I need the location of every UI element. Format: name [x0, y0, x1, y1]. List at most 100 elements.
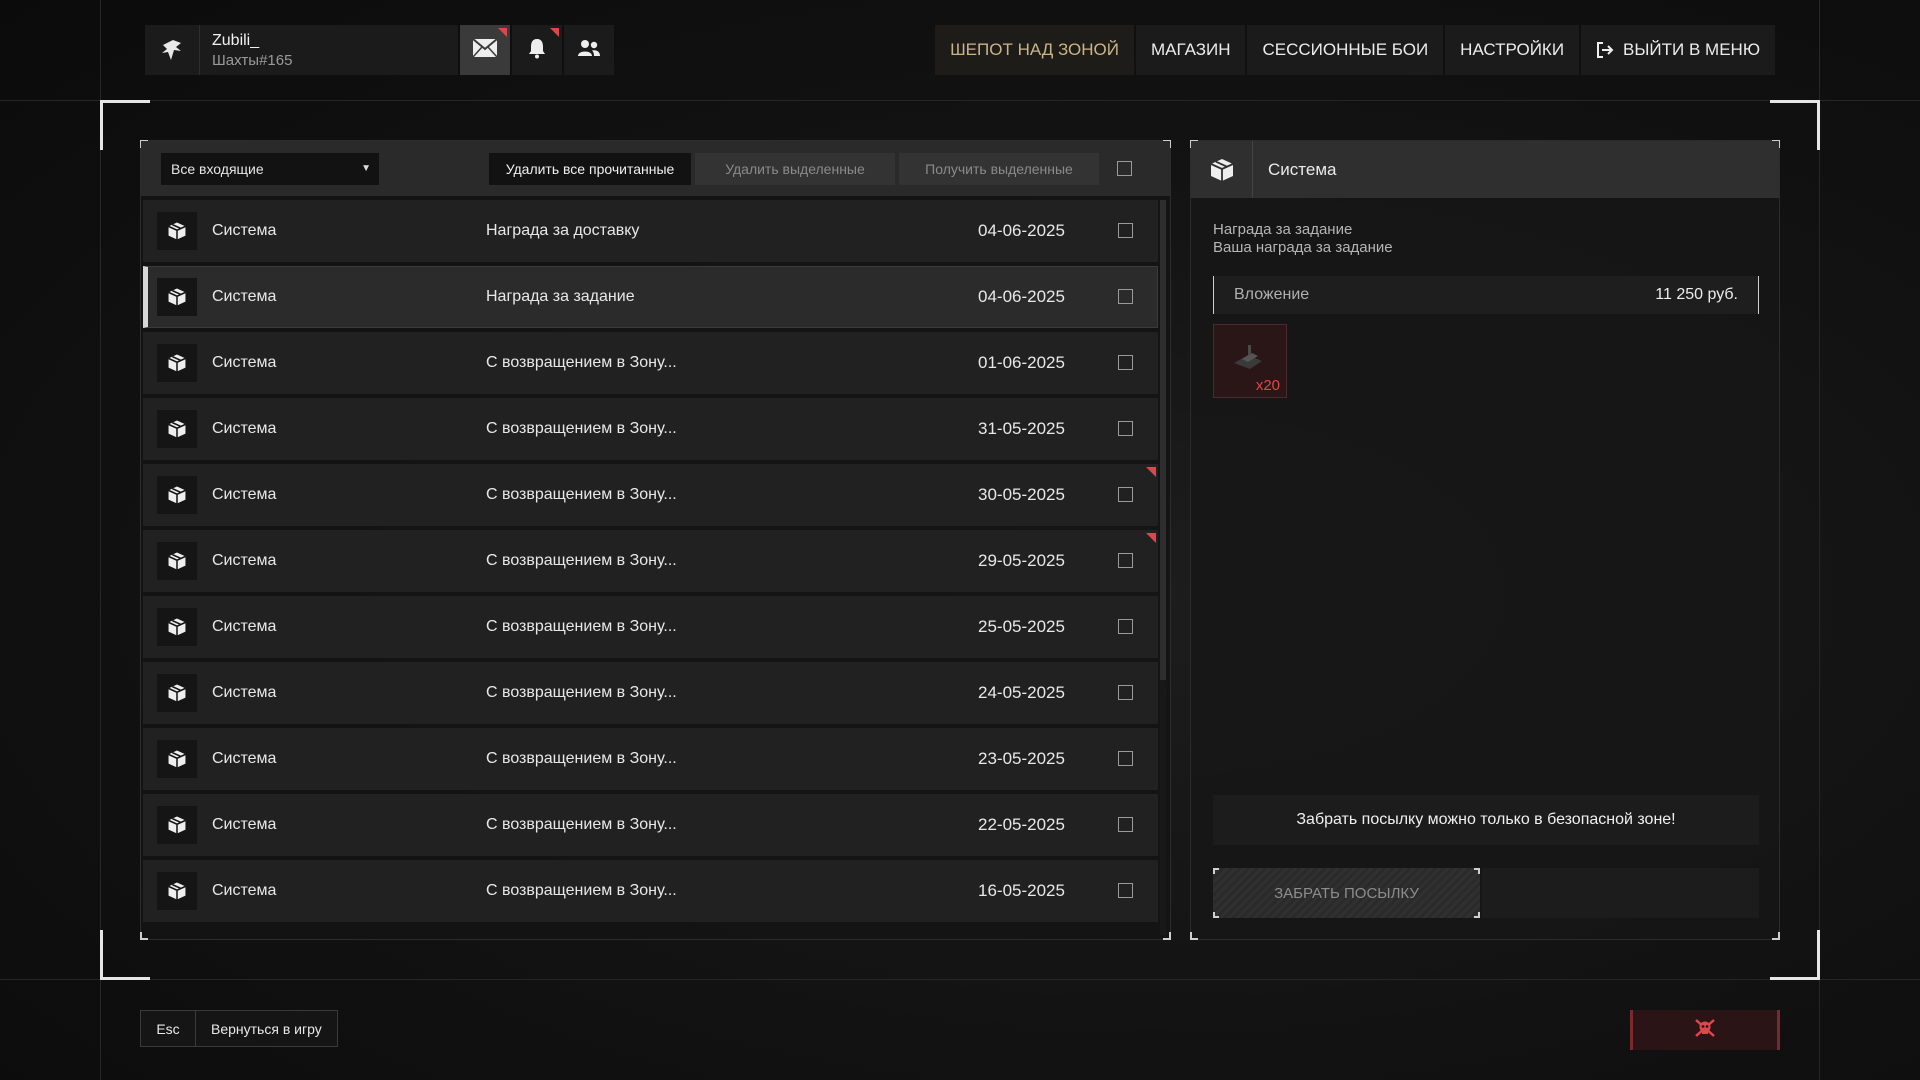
package-icon: [157, 872, 197, 910]
mail-row[interactable]: Система С возвращением в Зону... 24-05-202…: [143, 662, 1158, 724]
bell-icon: [527, 37, 547, 64]
mail-sender: Система: [212, 222, 277, 239]
mail-subject: Награда за доставку: [486, 222, 640, 239]
take-package-label: ЗАБРАТЬ ПОСЫЛКУ: [1274, 884, 1419, 902]
mail-subject: С возвращением в Зону...: [486, 684, 677, 701]
mail-row-checkbox[interactable]: [1118, 751, 1133, 766]
mail-row[interactable]: Система С возвращением в Зону... 29-05-202…: [143, 530, 1158, 592]
detail-body: Ваша награда за задание: [1213, 239, 1393, 256]
mail-date: 24-05-2025: [978, 683, 1065, 702]
mail-sender: Система: [212, 486, 277, 503]
package-icon: [157, 278, 197, 316]
mail-date: 25-05-2025: [978, 617, 1065, 636]
panel-corner: [1772, 932, 1780, 940]
nav-whisper-over-zone[interactable]: ШЕПОТ НАД ЗОНОЙ: [935, 25, 1134, 75]
mail-subject: С возвращением в Зону...: [486, 420, 677, 437]
select-all-checkbox[interactable]: [1117, 161, 1132, 176]
mail-row-checkbox[interactable]: [1118, 883, 1133, 898]
mail-sender: Система: [212, 354, 277, 371]
attachment-row: Вложение 11 250 руб.: [1213, 276, 1759, 314]
package-icon: [157, 740, 197, 778]
mail-filter-select[interactable]: Все входящие ▼: [161, 153, 379, 185]
mail-row-checkbox[interactable]: [1118, 553, 1133, 568]
mail-row[interactable]: Система С возвращением в Зону... 23-05-202…: [143, 728, 1158, 790]
nav-shop[interactable]: МАГАЗИН: [1136, 25, 1246, 75]
user-tag: Шахты#165: [212, 51, 293, 69]
mail-row[interactable]: Система С возвращением в Зону... 16-05-202…: [143, 860, 1158, 922]
frame-line-top: [0, 100, 1920, 101]
mail-button[interactable]: [460, 25, 510, 75]
delete-selected-button[interactable]: Удалить выделенные: [695, 153, 895, 185]
faction-logo-icon: [145, 25, 200, 75]
mail-row[interactable]: Система С возвращением в Зону... 01-06-202…: [143, 332, 1158, 394]
package-item-icon: [1228, 341, 1268, 380]
mail-filter-value: Все входящие: [171, 161, 264, 177]
esc-key: Esc: [141, 1011, 196, 1046]
mail-row-checkbox[interactable]: [1118, 289, 1133, 304]
friends-button[interactable]: [564, 25, 614, 75]
mail-row-checkbox[interactable]: [1118, 355, 1133, 370]
notifications-button[interactable]: [512, 25, 562, 75]
notification-badge: [498, 28, 507, 37]
mail-row-checkbox[interactable]: [1118, 817, 1133, 832]
button-corner: [1474, 868, 1480, 874]
scrollbar-thumb[interactable]: [1160, 200, 1166, 680]
mail-sender: Система: [212, 552, 277, 569]
take-package-button[interactable]: ЗАБРАТЬ ПОСЫЛКУ: [1213, 868, 1480, 918]
package-icon: [157, 542, 197, 580]
mail-row-checkbox[interactable]: [1118, 685, 1133, 700]
mail-toolbar: Все входящие ▼ Удалить все прочитанные У…: [141, 141, 1170, 196]
mail-subject: С возвращением в Зону...: [486, 618, 677, 635]
unread-flag: [1146, 467, 1156, 477]
skull-button[interactable]: [1630, 1010, 1780, 1050]
mail-icon: [472, 37, 498, 63]
receive-selected-button[interactable]: Получить выделенные: [899, 153, 1099, 185]
attachment-item-slot[interactable]: x20: [1213, 324, 1287, 398]
username: Zubili_: [212, 31, 260, 49]
attachment-label: Вложение: [1234, 286, 1310, 303]
mail-date: 04-06-2025: [978, 221, 1065, 240]
mail-date: 29-05-2025: [978, 551, 1065, 570]
mail-list-scrollbar[interactable]: [1160, 200, 1166, 935]
mail-row[interactable]: Система С возвращением в Зону... 31-05-202…: [143, 398, 1158, 460]
mail-sender: Система: [212, 882, 277, 899]
caret-down-icon: ▼: [361, 163, 371, 174]
button-corner: [1474, 912, 1480, 918]
safe-zone-warning: Забрать посылку можно только в безопасно…: [1213, 795, 1759, 845]
mail-row[interactable]: Система Награда за задание 04-06-2025: [143, 266, 1158, 328]
frame-line-left: [100, 0, 101, 1080]
exit-icon: [1596, 41, 1614, 59]
mail-sender: Система: [212, 684, 277, 701]
mail-list-panel: Все входящие ▼ Удалить все прочитанные У…: [140, 140, 1171, 940]
mail-date: 01-06-2025: [978, 353, 1065, 372]
mail-sender: Система: [212, 288, 277, 305]
mail-subject: С возвращением в Зону...: [486, 552, 677, 569]
mail-row-checkbox[interactable]: [1118, 223, 1133, 238]
user-profile[interactable]: Zubili_ Шахты#165: [145, 25, 458, 75]
nav-settings[interactable]: НАСТРОЙКИ: [1445, 25, 1580, 75]
delete-read-button[interactable]: Удалить все прочитанные: [489, 153, 691, 185]
mail-row[interactable]: Система С возвращением в Зону... 30-05-202…: [143, 464, 1158, 526]
package-icon: [157, 608, 197, 646]
mail-date: 31-05-2025: [978, 419, 1065, 438]
mail-row-checkbox[interactable]: [1118, 619, 1133, 634]
detail-title: Награда за задание: [1213, 221, 1353, 238]
mail-sender: Система: [212, 420, 277, 437]
back-to-game-hint[interactable]: Esc Вернуться в игру: [140, 1010, 338, 1047]
mail-date: 22-05-2025: [978, 815, 1065, 834]
mail-detail-panel: Система Награда за задание Ваша награда …: [1190, 140, 1780, 940]
mail-row[interactable]: Система С возвращением в Зону... 25-05-202…: [143, 596, 1158, 658]
mail-row-checkbox[interactable]: [1118, 487, 1133, 502]
nav-session-battles[interactable]: СЕССИОННЫЕ БОИ: [1247, 25, 1444, 75]
detail-sender: Система: [1268, 159, 1337, 179]
package-icon: [157, 806, 197, 844]
mail-row[interactable]: Система Награда за доставку 04-06-2025: [143, 200, 1158, 262]
attachment-value: 11 250 руб.: [1655, 286, 1738, 303]
mail-row-checkbox[interactable]: [1118, 421, 1133, 436]
mail-subject: С возвращением в Зону...: [486, 354, 677, 371]
mail-list: Система Награда за доставку 04-06-2025 Сист…: [143, 200, 1158, 935]
mail-row[interactable]: Система С возвращением в Зону... 22-05-202…: [143, 794, 1158, 856]
nav-exit-to-menu[interactable]: ВЫЙТИ В МЕНЮ: [1581, 25, 1775, 75]
button-bar-filler: [1482, 868, 1759, 918]
button-corner: [1213, 912, 1219, 918]
